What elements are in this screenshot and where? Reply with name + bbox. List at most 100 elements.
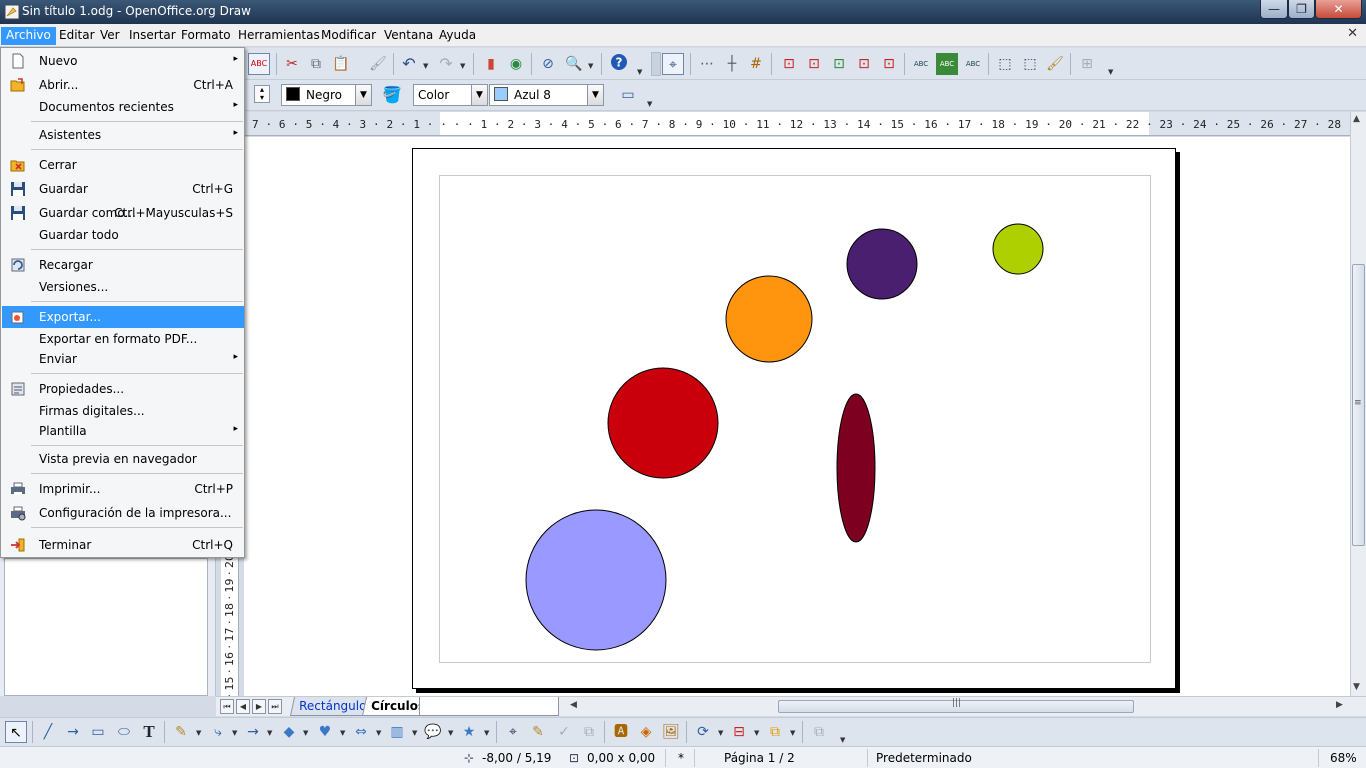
callouts-dropdown-icon[interactable]: ▼	[448, 729, 453, 737]
toolbar-options-icon[interactable]: ▼	[647, 100, 652, 108]
menu-item-terminar[interactable]: Terminar Ctrl+Q	[2, 534, 244, 556]
close-document-icon[interactable]: ✕	[1347, 26, 1358, 41]
vertical-scrollbar[interactable]: ▲ ≡ ▼	[1350, 112, 1366, 696]
helplines-icon[interactable]: ┼	[721, 53, 743, 75]
navigator-icon[interactable]: ⊘	[537, 53, 559, 75]
flowchart-icon[interactable]: ▥	[386, 721, 408, 743]
slides-list[interactable]	[4, 558, 208, 696]
menu-modificar[interactable]: Modificar	[316, 27, 381, 45]
menu-item-nuevo[interactable]: Nuevo ▸	[2, 50, 244, 72]
menu-item-enviar[interactable]: Enviar ▸	[2, 348, 244, 370]
text-edit-icon[interactable]: ABC	[962, 53, 984, 75]
line-tool-icon[interactable]: ╱	[37, 721, 59, 743]
shape-ellipse-orange[interactable]	[725, 275, 813, 363]
menu-item-firmas-digitales[interactable]: Firmas digitales...	[2, 400, 244, 422]
last-tab-icon[interactable]: ⏭	[268, 699, 282, 714]
effects-icon[interactable]: ⟳	[692, 721, 714, 743]
toggle-extrusion-icon[interactable]: ✓	[553, 721, 575, 743]
text-tool-icon[interactable]: T	[138, 721, 160, 743]
toolbar-options-icon[interactable]: ▼	[637, 68, 642, 76]
shape-ellipse-lime[interactable]	[992, 223, 1044, 275]
lines-arrows-dropdown-icon[interactable]: ▼	[267, 729, 272, 737]
rectangle-tool-icon[interactable]: ▭	[87, 721, 109, 743]
close-window-button[interactable]: ✕	[1315, 0, 1362, 19]
line-arrow-tool-icon[interactable]: →	[62, 721, 84, 743]
menu-ver[interactable]: Ver	[95, 27, 125, 45]
connector-dropdown-icon[interactable]: ▼	[232, 729, 237, 737]
points-icon[interactable]: ⌖	[502, 721, 524, 743]
menu-item-imprimir[interactable]: Imprimir... Ctrl+P	[2, 478, 244, 500]
menu-editar[interactable]: Editar	[54, 27, 100, 45]
menu-ayuda[interactable]: Ayuda	[434, 27, 481, 45]
curve-dropdown-icon[interactable]: ▼	[196, 729, 201, 737]
menu-archivo[interactable]: Archivo	[1, 27, 56, 45]
snap-to-object-border-icon[interactable]: ⊡	[803, 53, 825, 75]
menu-item-cerrar[interactable]: Cerrar	[2, 154, 244, 176]
snap-to-points-icon[interactable]: ⊡	[778, 53, 800, 75]
select-arrow-icon[interactable]: ↖	[5, 721, 27, 743]
redo-dropdown-icon[interactable]: ▼	[460, 62, 465, 70]
hyperlink-icon[interactable]: ◉	[505, 53, 527, 75]
shape-ellipse-purple[interactable]	[846, 228, 918, 300]
previous-tab-icon[interactable]: ◀	[236, 699, 250, 714]
shape-ellipse-red[interactable]	[607, 367, 719, 479]
basic-shapes-dropdown-icon[interactable]: ▼	[303, 729, 308, 737]
cut-icon[interactable]: ✂	[281, 53, 303, 75]
callouts-icon[interactable]: 💬	[422, 721, 444, 743]
horizontal-scrollbar[interactable]: |||	[566, 698, 1350, 715]
allow-quick-editing-icon[interactable]: ⊡	[853, 53, 875, 75]
clone-format-icon[interactable]: 🖌	[367, 53, 389, 75]
menu-item-vista-previa[interactable]: Vista previa en navegador	[2, 448, 244, 470]
brush-icon[interactable]: 🖌	[1044, 53, 1066, 75]
effects-dropdown-icon[interactable]: ▼	[718, 729, 723, 737]
curve-tool-icon[interactable]: ✎	[170, 721, 192, 743]
flowchart-dropdown-icon[interactable]: ▼	[412, 729, 417, 737]
chart-icon[interactable]: ▮	[480, 53, 502, 75]
menu-herramientas[interactable]: Herramientas	[233, 27, 325, 45]
menu-item-configuracion-impresora[interactable]: Configuración de la impresora...	[2, 502, 244, 524]
align-dropdown-icon[interactable]: ▼	[754, 729, 759, 737]
menu-item-asistentes[interactable]: Asistentes ▸	[2, 124, 244, 146]
shadow-icon[interactable]: ▭	[617, 84, 639, 106]
menu-item-abrir[interactable]: Abrir... Ctrl+A	[2, 74, 244, 96]
shape-ellipse-periwinkle[interactable]	[525, 509, 667, 651]
horizontal-ruler[interactable]: 7 · 6 · 5 · 4 · 3 · 2 · 1 · · · · 1 · 2 …	[244, 112, 1350, 136]
menu-insertar[interactable]: Insertar	[124, 27, 181, 45]
menu-item-recargar[interactable]: Recargar	[2, 254, 244, 276]
extrusion-icon[interactable]: ⧉	[808, 721, 830, 743]
next-tab-icon[interactable]: ▶	[252, 699, 266, 714]
first-tab-icon[interactable]: ⏮	[220, 699, 234, 714]
menu-item-guardar-todo[interactable]: Guardar todo	[2, 224, 244, 246]
copy-icon[interactable]: ⧉	[305, 53, 327, 75]
lines-arrows-icon[interactable]: →	[242, 721, 264, 743]
symbol-shapes-icon[interactable]: ♥	[314, 721, 336, 743]
select-text-area-icon[interactable]: ⊡	[878, 53, 900, 75]
block-arrows-dropdown-icon[interactable]: ▼	[376, 729, 381, 737]
symbol-shapes-dropdown-icon[interactable]: ▼	[340, 729, 345, 737]
shape-ellipse-maroon[interactable]	[836, 393, 876, 543]
stars-dropdown-icon[interactable]: ▼	[484, 729, 489, 737]
area-color-select[interactable]: Azul 8 ▼	[489, 84, 604, 106]
menu-item-documentos-recientes[interactable]: Documentos recientes ▸	[2, 96, 244, 118]
insert-picture-icon[interactable]: 🖼	[660, 721, 682, 743]
stars-icon[interactable]: ★	[458, 721, 480, 743]
area-fill-icon[interactable]: 🪣	[381, 84, 403, 106]
grid-icon[interactable]: ⋯	[696, 53, 718, 75]
line-width-spin-icon[interactable]: ▴ ▾	[254, 85, 270, 103]
block-arrows-icon[interactable]: ⇔	[350, 721, 372, 743]
chevron-down-icon[interactable]: ▼	[355, 85, 371, 105]
fontwork-gallery-icon[interactable]: 🅰	[610, 721, 632, 743]
menu-item-versiones[interactable]: Versiones...	[2, 276, 244, 298]
fontwork-icon[interactable]: ABC	[936, 53, 958, 75]
snap-to-object-points-icon[interactable]: ⊡	[828, 53, 850, 75]
minimize-button[interactable]: —	[1260, 0, 1288, 19]
glue-points-icon[interactable]: ✎	[527, 721, 549, 743]
text-autofit-icon[interactable]: ABC	[910, 53, 932, 75]
menu-item-guardar-como[interactable]: Guardar como... Ctrl+Mayusculas+S	[2, 202, 244, 224]
insert-shapes-icon[interactable]: ◈	[635, 721, 657, 743]
redo-icon[interactable]: ↷	[435, 53, 457, 75]
line-color-select[interactable]: Negro ▼	[281, 84, 372, 106]
basic-shapes-icon[interactable]: ◆	[278, 721, 300, 743]
maximize-button[interactable]: ❐	[1288, 0, 1315, 19]
toolbar-grip[interactable]	[651, 52, 661, 76]
